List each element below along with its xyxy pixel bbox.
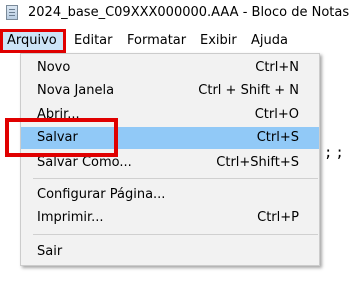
menu-item-label: Salvar Como... — [37, 155, 132, 170]
menu-item-shortcut: Ctrl+S — [256, 130, 299, 145]
menu-item-label: Imprimir... — [37, 210, 104, 225]
menu-item-label: Nova Janela — [37, 83, 115, 98]
menu-item-configurar-pagina[interactable]: Configurar Página... — [21, 184, 319, 206]
menu-item-shortcut: Ctrl+Shift+S — [216, 155, 299, 170]
window-title: 2024_base_C09XXX000000.AAA - Bloco de No… — [28, 5, 350, 20]
menu-item-abrir[interactable]: Abrir... Ctrl+O — [21, 104, 319, 126]
menu-item-shortcut: Ctrl+N — [255, 60, 299, 75]
menu-separator — [33, 234, 318, 235]
menu-formatar[interactable]: Formatar — [124, 29, 189, 53]
menu-item-sair[interactable]: Sair — [21, 241, 319, 263]
menu-exibir[interactable]: Exibir — [197, 29, 240, 53]
menu-item-salvar[interactable]: Salvar Ctrl+S — [21, 127, 319, 149]
menu-item-nova-janela[interactable]: Nova Janela Ctrl + Shift + N — [21, 80, 319, 102]
menu-item-shortcut: Ctrl+P — [257, 210, 299, 225]
editor-text-fragment: ;; — [324, 145, 347, 161]
menu-editar[interactable]: Editar — [71, 29, 116, 53]
menu-item-label: Novo — [37, 60, 71, 75]
menu-item-novo[interactable]: Novo Ctrl+N — [21, 57, 319, 79]
menu-item-label: Sair — [37, 244, 63, 259]
menu-ajuda[interactable]: Ajuda — [248, 29, 291, 53]
menu-arquivo[interactable]: Arquivo — [0, 29, 66, 53]
menu-item-label: Configurar Página... — [37, 187, 166, 202]
menu-item-label: Abrir... — [37, 107, 80, 122]
menu-item-imprimir[interactable]: Imprimir... Ctrl+P — [21, 207, 319, 229]
notepad-icon — [6, 5, 18, 20]
menu-item-shortcut: Ctrl + Shift + N — [198, 83, 299, 98]
menu-item-shortcut: Ctrl+O — [254, 107, 299, 122]
title-bar: 2024_base_C09XXX000000.AAA - Bloco de No… — [0, 0, 357, 28]
menu-bar: Arquivo Editar Formatar Exibir Ajuda — [0, 29, 357, 53]
file-menu-dropdown: Novo Ctrl+N Nova Janela Ctrl + Shift + N… — [20, 53, 320, 266]
menu-item-label: Salvar — [37, 130, 78, 145]
menu-separator — [33, 178, 318, 179]
menu-item-salvar-como[interactable]: Salvar Como... Ctrl+Shift+S — [21, 152, 319, 174]
